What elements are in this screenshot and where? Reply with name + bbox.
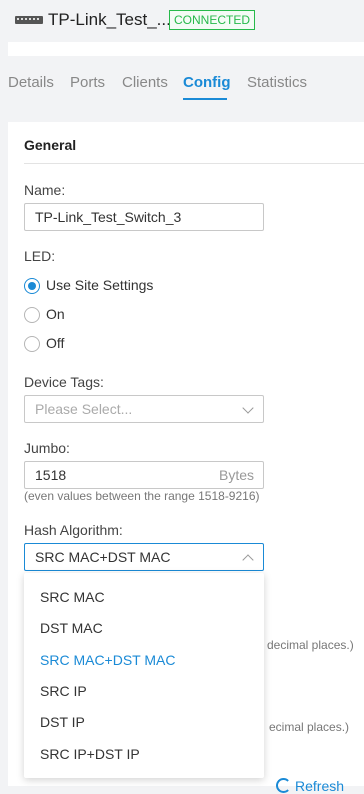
radio-label: On xyxy=(46,306,65,322)
led-label: LED: xyxy=(24,248,56,264)
name-label: Name: xyxy=(24,182,66,198)
radio-label: Off xyxy=(46,335,65,351)
dropdown-option-dst-ip[interactable]: DST IP xyxy=(40,714,85,730)
dropdown-option-src-ip-dst-ip[interactable]: SRC IP+DST IP xyxy=(40,746,140,762)
refresh-label: Refresh xyxy=(295,778,345,794)
jumbo-unit: Bytes xyxy=(218,467,254,483)
tab-statistics[interactable]: Statistics xyxy=(247,74,307,91)
hash-algorithm-dropdown: SRC MAC DST MAC SRC MAC+DST MAC SRC IP D… xyxy=(24,573,264,778)
jumbo-label: Jumbo: xyxy=(24,440,70,456)
device-name: TP-Link_Test_... xyxy=(48,10,171,29)
jumbo-hint: (even values between the range 1518-9216… xyxy=(24,489,260,503)
jumbo-input[interactable]: 1518 Bytes xyxy=(24,461,264,489)
partial-hint: decimal places.) xyxy=(267,638,354,652)
name-input[interactable]: TP-Link_Test_Switch_3 xyxy=(24,203,264,231)
radio-label: Use Site Settings xyxy=(46,277,154,293)
refresh-button[interactable]: Refresh xyxy=(276,778,344,794)
status-badge: CONNECTED xyxy=(169,10,256,30)
hash-algorithm-value: SRC MAC+DST MAC xyxy=(35,549,171,565)
device-tags-select[interactable]: Please Select... xyxy=(24,395,264,423)
tab-config[interactable]: Config xyxy=(183,74,230,91)
section-title-general: General xyxy=(24,137,77,153)
tab-clients[interactable]: Clients xyxy=(122,74,168,91)
tab-details[interactable]: Details xyxy=(8,74,54,91)
jumbo-input-value: 1518 xyxy=(35,467,67,483)
hash-algorithm-select[interactable]: SRC MAC+DST MAC xyxy=(24,543,264,571)
radio-checked-icon xyxy=(24,278,40,294)
section-divider xyxy=(24,163,364,164)
dropdown-option-src-mac[interactable]: SRC MAC xyxy=(40,589,105,605)
dropdown-option-src-mac-dst-mac[interactable]: SRC MAC+DST MAC xyxy=(40,652,175,668)
device-tags-label: Device Tags: xyxy=(24,374,104,390)
dropdown-option-src-ip[interactable]: SRC IP xyxy=(40,683,87,699)
hash-algorithm-label: Hash Algorithm: xyxy=(24,522,123,538)
tab-bar: Details Ports Clients Config Statistics xyxy=(0,74,364,100)
switch-device-icon xyxy=(15,16,43,24)
device-header: TP-Link_Test_... CONNECTED xyxy=(0,0,364,44)
header-card-edge xyxy=(8,42,364,56)
radio-unchecked-icon xyxy=(24,307,40,323)
active-tab-indicator xyxy=(183,98,227,100)
partial-hint: ecimal places.) xyxy=(269,720,350,734)
chevron-down-icon xyxy=(242,402,254,414)
radio-unchecked-icon xyxy=(24,336,40,352)
dropdown-option-dst-mac[interactable]: DST MAC xyxy=(40,620,103,636)
tab-ports[interactable]: Ports xyxy=(70,74,105,91)
chevron-up-icon xyxy=(242,554,254,566)
name-input-value: TP-Link_Test_Switch_3 xyxy=(35,209,182,225)
device-tags-placeholder: Please Select... xyxy=(35,401,133,417)
